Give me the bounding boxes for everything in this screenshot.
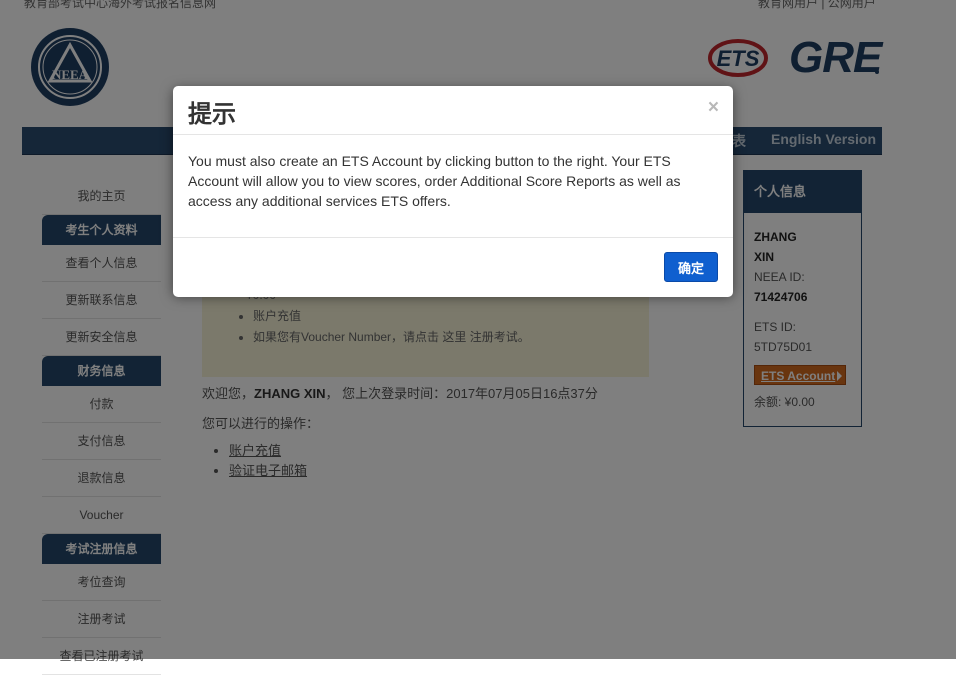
dialog-footer: 确定 bbox=[173, 238, 733, 297]
confirm-button[interactable]: 确定 bbox=[664, 252, 718, 282]
close-icon[interactable]: × bbox=[708, 97, 719, 119]
page: 教育部考试中心海外考试报名信息网 教育网用户 | 公网用户 NEEA ETS G… bbox=[0, 0, 956, 675]
dialog-title: 提示 bbox=[188, 101, 236, 128]
notice-dialog: 提示 × You must also create an ETS Account… bbox=[173, 86, 733, 297]
dialog-header: 提示 × bbox=[173, 86, 733, 135]
dialog-message: You must also create an ETS Account by c… bbox=[173, 135, 733, 238]
